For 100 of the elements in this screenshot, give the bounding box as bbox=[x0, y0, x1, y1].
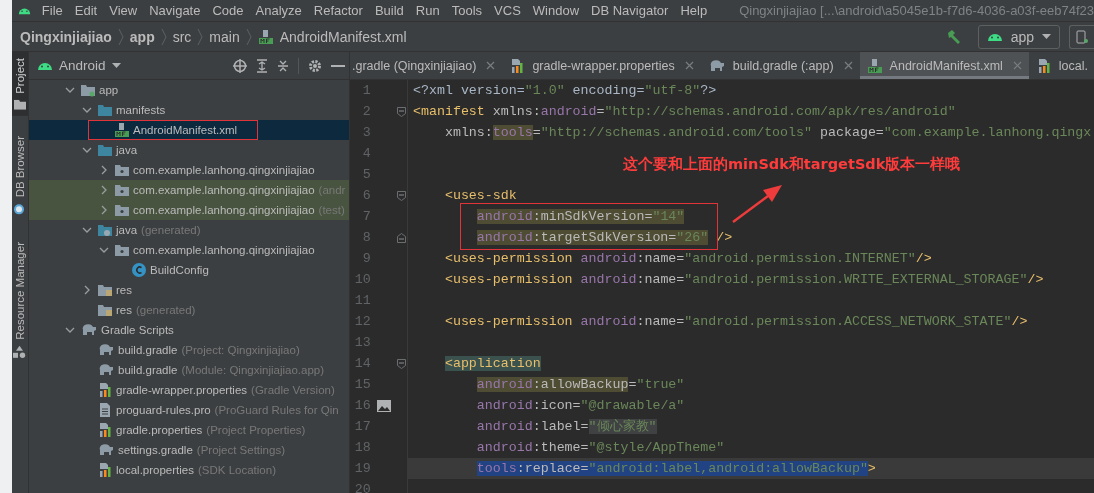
breadcrumb-item[interactable]: src bbox=[170, 28, 194, 45]
tree-item[interactable]: proguard-rules.pro (ProGuard Rules for Qin bbox=[29, 400, 349, 420]
tree-item[interactable]: gradle-wrapper.properties (Gradle Version) bbox=[29, 380, 349, 400]
menu-item[interactable]: Code bbox=[206, 3, 250, 18]
fold-marker-icon[interactable] bbox=[397, 190, 407, 201]
menu-item[interactable]: Tools bbox=[445, 3, 489, 18]
caret-icon bbox=[1042, 34, 1051, 39]
tree-item[interactable]: gradle.properties (Project Properties) bbox=[29, 420, 349, 440]
locate-icon[interactable] bbox=[233, 58, 247, 73]
breadcrumb-item[interactable]: main bbox=[207, 28, 242, 45]
line-number: 4 bbox=[361, 146, 371, 161]
chevron-right-icon[interactable] bbox=[101, 165, 107, 175]
collapse-all-icon[interactable] bbox=[277, 58, 289, 73]
close-icon[interactable] bbox=[486, 61, 496, 70]
elephant-icon bbox=[80, 323, 98, 337]
tree-item[interactable]: build.gradle (Project: Qingxinjiajiao) bbox=[29, 340, 349, 360]
class-icon bbox=[131, 262, 147, 278]
code-line: <uses-permission android:name="android.permission.ACCESS_NETWORK_STATE"/> bbox=[443, 313, 1029, 331]
breadcrumb-item[interactable]: Qingxinjiajiao bbox=[18, 28, 114, 45]
tree-item[interactable]: com.example.lanhong.qingxinjiajiao bbox=[29, 240, 349, 260]
editor-tab[interactable]: .gradle (Qingxinjiajiao) bbox=[350, 52, 503, 79]
code-line: android:theme="@style/AppTheme" bbox=[475, 439, 726, 457]
code-line: android:targetSdkVersion="26" /> bbox=[475, 229, 734, 247]
image-icon[interactable] bbox=[376, 399, 391, 412]
editor-tab[interactable]: AndroidManifest.xml bbox=[859, 52, 1029, 79]
tree-item[interactable]: java (generated) bbox=[29, 220, 349, 240]
settings-icon[interactable] bbox=[308, 58, 322, 73]
tree-item-hint: (Project Settings) bbox=[196, 444, 285, 456]
tree-item[interactable]: BuildConfig bbox=[29, 260, 349, 280]
menu-item[interactable]: Analyze bbox=[249, 3, 308, 18]
fold-marker-icon[interactable] bbox=[397, 232, 407, 243]
tree-item[interactable]: manifests bbox=[29, 100, 349, 120]
editor-tab[interactable]: build.gradle (:app) bbox=[700, 52, 860, 79]
tree-item[interactable]: com.example.lanhong.qingxinjiajiao bbox=[29, 160, 349, 180]
menu-item[interactable]: Run bbox=[409, 3, 446, 18]
tree-item[interactable]: build.gradle (Module: Qingxinjiajiao.app) bbox=[29, 360, 349, 380]
tree-item[interactable]: Gradle Scripts bbox=[29, 320, 349, 340]
hammer-icon[interactable] bbox=[945, 28, 962, 45]
properties-file-icon bbox=[97, 382, 113, 398]
tree-item-hint: (generated) bbox=[136, 304, 196, 316]
android-icon bbox=[986, 31, 1003, 42]
run-config-dropdown[interactable]: app bbox=[977, 24, 1060, 49]
menu-item[interactable]: Edit bbox=[68, 3, 104, 18]
menu-item[interactable]: VCS bbox=[488, 3, 527, 18]
tool-window-tab[interactable]: Project bbox=[12, 52, 28, 116]
chevron-right-icon[interactable] bbox=[101, 205, 107, 215]
menu-item[interactable]: DB Navigator bbox=[585, 3, 675, 18]
line-number: 7 bbox=[361, 209, 371, 224]
line-number: 5 bbox=[361, 167, 371, 182]
tree-item[interactable]: com.example.lanhong.qingxinjiajiao (andr bbox=[29, 180, 349, 200]
tool-window-tab[interactable]: Resource Manager bbox=[12, 236, 28, 365]
tree-item-hint: (ProGuard Rules for Qin bbox=[214, 404, 339, 416]
chevron-down-icon[interactable] bbox=[65, 327, 75, 333]
menu-item[interactable]: Build bbox=[368, 3, 410, 18]
chevron-down-icon[interactable] bbox=[82, 227, 92, 233]
code-line: <manifest xmlns:android="http://schemas.android.com/apk/res/android" bbox=[412, 103, 957, 121]
menu-item[interactable]: Window bbox=[526, 3, 586, 18]
module-folder-icon bbox=[80, 83, 96, 97]
line-number: 1 bbox=[361, 83, 371, 98]
chevron-down-icon[interactable] bbox=[82, 107, 92, 113]
chevron-right-icon[interactable] bbox=[84, 285, 90, 295]
line-number: 11 bbox=[353, 293, 371, 308]
fold-marker-icon[interactable] bbox=[397, 106, 407, 117]
tree-item[interactable]: local.properties (SDK Location) bbox=[29, 460, 349, 480]
text-file-icon bbox=[97, 402, 113, 418]
line-number: 14 bbox=[353, 356, 371, 371]
tool-window-tab[interactable]: DB Browser bbox=[12, 129, 28, 223]
menu-item[interactable]: File bbox=[35, 3, 69, 18]
chevron-down-icon[interactable] bbox=[65, 87, 75, 93]
chevron-right-icon[interactable] bbox=[101, 185, 107, 195]
close-icon[interactable] bbox=[843, 61, 853, 70]
tree-item[interactable]: settings.gradle (Project Settings) bbox=[29, 440, 349, 460]
menu-item[interactable]: Navigate bbox=[143, 3, 207, 18]
menu-item[interactable]: Refactor bbox=[307, 3, 369, 18]
properties-file-icon bbox=[97, 422, 113, 438]
chevron-down-icon[interactable] bbox=[99, 247, 109, 253]
tree-item[interactable]: AndroidManifest.xml bbox=[29, 120, 349, 140]
breadcrumb-item[interactable]: app bbox=[127, 28, 157, 45]
package-icon bbox=[114, 243, 130, 257]
line-number: 6 bbox=[361, 188, 371, 203]
code-line: android:icon="@drawable/a" bbox=[475, 397, 686, 415]
tree-item-hint: (Gradle Version) bbox=[251, 384, 335, 396]
manifest-file-icon bbox=[114, 122, 130, 138]
code-line: <uses-permission android:name="android.permission.WRITE_EXTERNAL_STORAGE"/> bbox=[443, 271, 1045, 289]
tree-item[interactable]: res bbox=[29, 280, 349, 300]
fold-marker-icon[interactable] bbox=[397, 358, 407, 369]
tree-item[interactable]: res (generated) bbox=[29, 300, 349, 320]
tree-item[interactable]: java bbox=[29, 140, 349, 160]
device-button[interactable] bbox=[1069, 24, 1094, 49]
editor-tab[interactable]: local. bbox=[1028, 52, 1094, 79]
expand-all-icon[interactable] bbox=[256, 58, 268, 73]
breadcrumb-item[interactable]: AndroidManifest.xml bbox=[255, 28, 409, 45]
manifest-file-icon bbox=[866, 57, 883, 74]
chevron-down-icon[interactable] bbox=[82, 147, 92, 153]
view-dropdown[interactable]: Android bbox=[37, 58, 121, 73]
editor-tab[interactable]: gradle-wrapper.properties bbox=[502, 52, 701, 79]
tree-item[interactable]: app bbox=[29, 80, 349, 100]
menu-item[interactable]: Help bbox=[674, 3, 714, 18]
menu-item[interactable]: View bbox=[103, 3, 144, 18]
close-icon[interactable] bbox=[684, 61, 694, 70]
